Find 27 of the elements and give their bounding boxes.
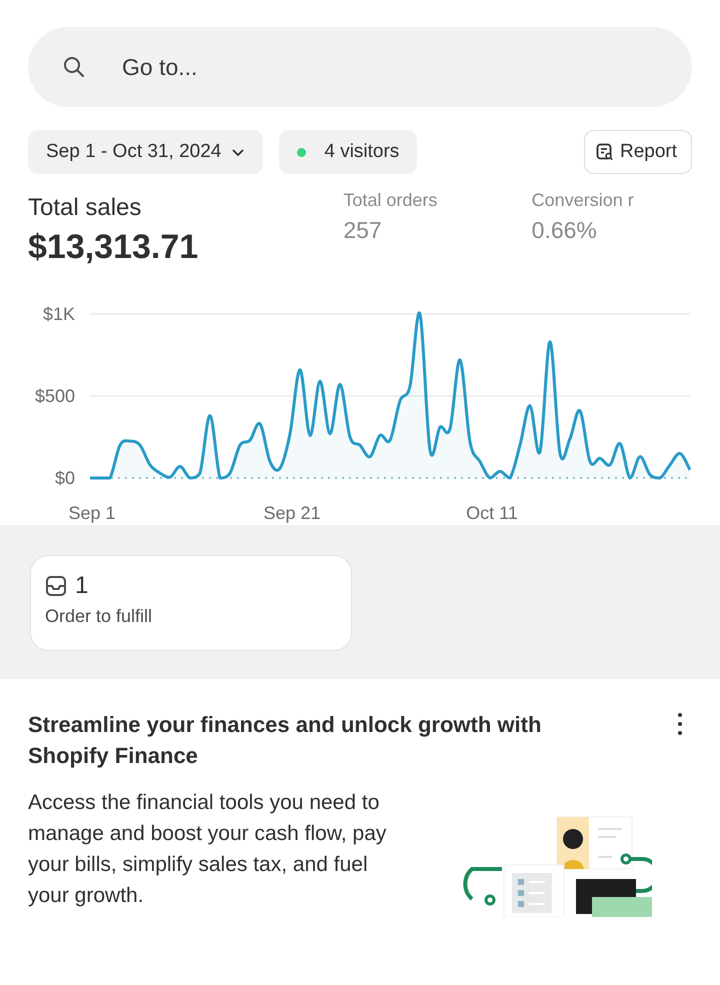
date-range-button[interactable]: Sep 1 - Oct 31, 2024 [28, 130, 264, 174]
metric-value: 0.66% [532, 217, 598, 244]
task-card[interactable]: 1 Order to fulfill [30, 555, 352, 651]
promo-title: Streamline your finances and unlock growth with Shopify Finance [28, 711, 542, 770]
metric-label: Conversion r [532, 190, 635, 211]
search-input[interactable]: Go to... [120, 52, 658, 82]
live-dot-icon [297, 148, 306, 156]
visitors-button[interactable]: 4 visitors [279, 130, 418, 174]
chevron-down-icon [231, 147, 246, 157]
task-count: 1 [75, 572, 88, 600]
y-axis-label: $0 [54, 468, 75, 488]
promo-text: Access the financial tools you need to manage and boost your cash flow, pay your bills, simplify sales tax, and fuel your growth. [28, 790, 388, 909]
y-axis-label: $500 [34, 386, 75, 406]
x-axis-label: Sep 1 [68, 503, 116, 523]
inbox-icon [45, 575, 67, 597]
search-field[interactable]: Go to... [28, 27, 692, 107]
report-button[interactable]: Report [584, 130, 692, 174]
metric-label: Total orders [343, 190, 438, 211]
task-label: Order to fulfill [45, 606, 154, 627]
metric-label: Total sales [28, 194, 142, 222]
x-axis-label: Sep 21 [263, 503, 321, 523]
metric-value: $13,313.71 [28, 228, 200, 267]
metric-value: 257 [343, 217, 383, 244]
search-icon [62, 55, 86, 79]
report-icon [594, 142, 615, 162]
y-axis-label: $1K [42, 304, 75, 324]
x-axis-label: Oct 11 [466, 503, 518, 523]
